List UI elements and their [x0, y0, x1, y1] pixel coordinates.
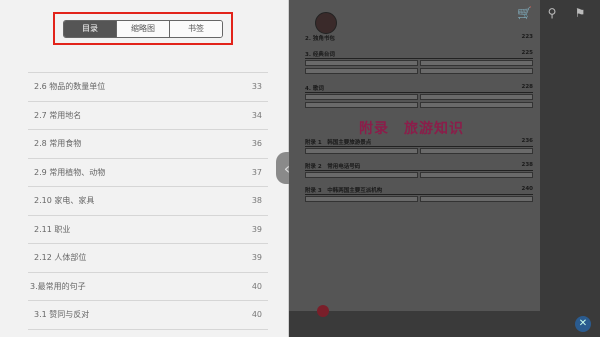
tab-group-highlight: 目录 缩略图 书签 [53, 12, 233, 45]
toc-item-label: 2.12 人体部位 [34, 253, 87, 263]
toc-item[interactable]: 2.7 常用地名 34 [28, 102, 268, 130]
tab-bar: 目录 缩略图 书签 [63, 19, 223, 38]
divider [305, 92, 533, 93]
toc-item-page: 34 [251, 110, 262, 120]
toc-item[interactable]: 2.6 物品的数量单位 33 [28, 73, 268, 102]
toc-item-section[interactable]: 3.最常用的句子 40 [28, 273, 268, 301]
toc-item-label: 3.最常用的句子 [30, 281, 86, 291]
toc-item[interactable]: 2.11 职业 39 [28, 216, 268, 244]
book-line: 附录 2 常用电话号码 238 [305, 162, 533, 170]
book-line-text: 附录 1 韩国主要旅游景点 [305, 140, 372, 146]
toc-item-page: 39 [251, 224, 262, 234]
book-line-page: 240 [521, 186, 533, 192]
book-subrow [305, 68, 533, 74]
book-line-page: 223 [521, 34, 533, 40]
book-subrow [305, 94, 533, 100]
toc-item-page: 37 [251, 167, 262, 177]
search-icon[interactable]: ⚲ [545, 6, 559, 20]
toc-item-label: 2.6 物品的数量单位 [34, 82, 106, 92]
toc-item-label: 2.11 职业 [34, 224, 71, 234]
book-line-page: 238 [521, 162, 533, 168]
toc-item-page: 33 [251, 82, 262, 92]
toc-list: 2.6 物品的数量单位 33 2.7 常用地名 34 2.8 常用食物 36 2… [28, 72, 268, 330]
book-line-text: 附录 2 常用电话号码 [305, 164, 361, 170]
page-marker [317, 305, 329, 317]
toc-item[interactable]: 2.9 常用植物、动物 37 [28, 159, 268, 187]
book-subrow [305, 172, 533, 178]
book-subrow [305, 148, 533, 154]
book-line: 2. 独角书包 223 [305, 34, 533, 42]
book-line: 4. 歌词 228 [305, 84, 533, 92]
tab-bookmarks[interactable]: 书签 [170, 20, 222, 37]
toc-item-label: 2.10 家电、家具 [34, 196, 95, 206]
book-subrow [305, 60, 533, 66]
toc-item-page: 38 [251, 196, 262, 206]
divider [305, 146, 533, 147]
book-subrow [305, 196, 533, 202]
appendix-title: 附录 旅游知识 [359, 121, 464, 137]
book-line-page: 228 [521, 84, 533, 90]
book-subrow [305, 102, 533, 108]
book-line-text: 4. 歌词 [305, 86, 324, 92]
avatar [315, 12, 337, 34]
tab-contents[interactable]: 目录 [64, 20, 117, 37]
toc-item[interactable]: 3.1 赞同与反对 40 [28, 301, 268, 330]
toc-item[interactable]: 2.8 常用食物 36 [28, 130, 268, 159]
toc-item-page: 40 [251, 281, 262, 291]
divider [305, 170, 533, 171]
book-line: 3. 经典台词 225 [305, 50, 533, 58]
cart-icon[interactable]: 🛒 [517, 6, 532, 20]
toc-item-page: 39 [251, 253, 262, 263]
toc-item-page: 36 [251, 139, 262, 149]
book-line-text: 3. 经典台词 [305, 52, 335, 58]
toc-panel: 目录 缩略图 书签 2.6 物品的数量单位 33 2.7 常用地名 34 2.8… [0, 0, 289, 337]
book-viewer: 2. 独角书包 223 3. 经典台词 225 4. 歌词 228 附录 旅游知… [289, 0, 600, 337]
toc-item-label: 2.8 常用食物 [34, 139, 82, 149]
book-line-page: 236 [521, 138, 533, 144]
book-line-text: 附录 3 中韩两国主要互派机构 [305, 188, 383, 194]
close-icon[interactable]: ✕ [575, 316, 591, 332]
book-page: 2. 独角书包 223 3. 经典台词 225 4. 歌词 228 附录 旅游知… [289, 0, 540, 317]
toc-item-label: 2.7 常用地名 [34, 110, 82, 120]
tab-thumbnails[interactable]: 缩略图 [117, 20, 170, 37]
book-line: 附录 3 中韩两国主要互派机构 240 [305, 186, 533, 194]
toc-item-page: 40 [251, 310, 262, 320]
bookmark-icon[interactable]: ⚑ [573, 6, 587, 20]
book-line-text: 2. 独角书包 [305, 36, 335, 42]
book-line: 附录 1 韩国主要旅游景点 236 [305, 138, 533, 146]
toc-item[interactable]: 2.10 家电、家具 38 [28, 187, 268, 216]
divider [305, 194, 533, 195]
book-line-page: 225 [521, 50, 533, 56]
toc-item-label: 3.1 赞同与反对 [34, 310, 90, 320]
toc-item-label: 2.9 常用植物、动物 [34, 167, 106, 177]
divider [305, 58, 533, 59]
toc-item[interactable]: 2.12 人体部位 39 [28, 244, 268, 273]
